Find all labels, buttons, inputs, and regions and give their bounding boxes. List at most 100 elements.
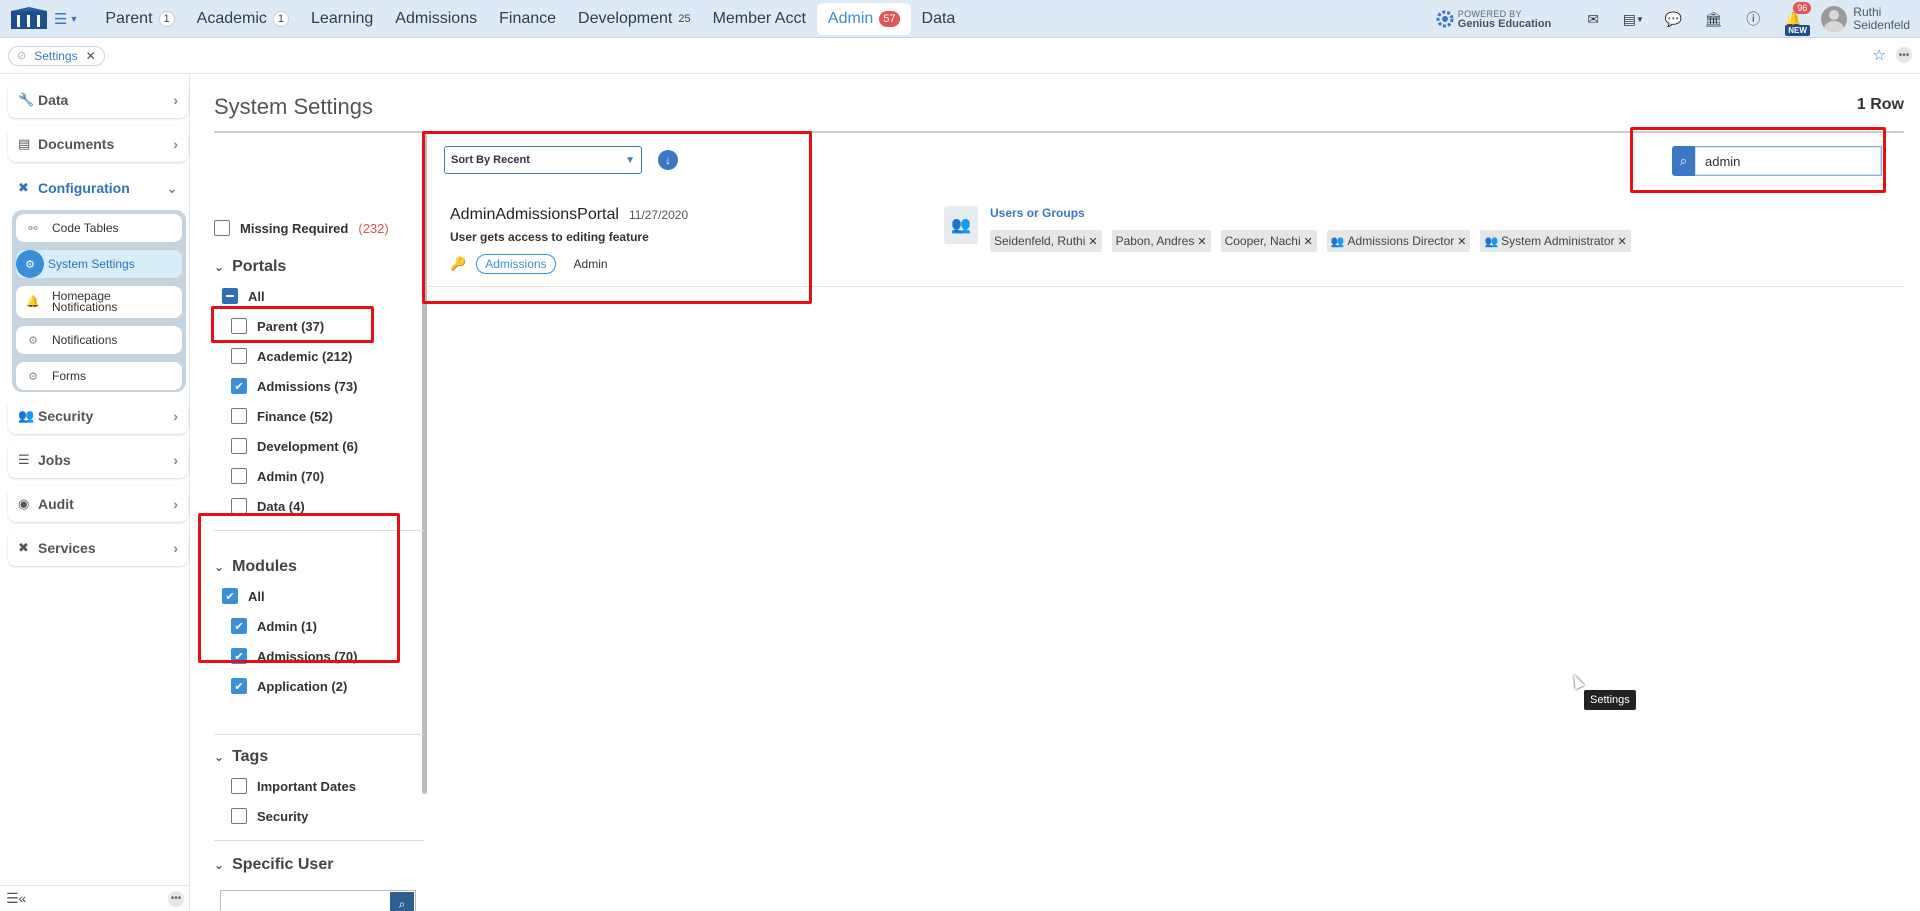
module-filter-admin[interactable]: ✔ Admin (1) [231,618,317,634]
remove-icon[interactable]: ✕ [1618,235,1627,248]
portal-filter-data[interactable]: Data (4) [231,498,305,514]
sidebar-item-audit[interactable]: ◉ Audit › [8,486,188,522]
checkbox[interactable] [231,408,247,424]
filter-scrollbar[interactable] [422,134,427,794]
nav-tab-data[interactable]: Data [911,3,967,35]
module-filter-application[interactable]: ✔ Application (2) [231,678,347,694]
portal-filter-finance[interactable]: Finance (52) [231,408,333,424]
checkbox[interactable] [231,438,247,454]
main-content: System Settings 1 Row Missing Required (2… [214,74,1904,911]
users-icon: 👥 [944,206,978,244]
building-icon[interactable]: 🏛 [1693,11,1733,28]
chevron-right-icon: › [173,92,178,108]
sidebar-item-documents[interactable]: ▤ Documents › [8,126,188,162]
tag-filter-important-dates[interactable]: Important Dates [231,778,356,794]
sidebar-item-services[interactable]: ✖ Services › [8,530,188,566]
checkbox[interactable] [222,288,238,304]
modules-section-header[interactable]: ⌄ Modules [214,558,297,576]
mail-icon[interactable]: ✉ [1573,11,1613,28]
portal-filter-all[interactable]: All [222,288,265,304]
school-logo-icon[interactable] [8,5,50,33]
sidebar-subitem-forms[interactable]: ⚙ Forms [16,362,182,390]
nav-tab-member-acct[interactable]: Member Acct [702,3,817,35]
user-chip: Seidenfeld, Ruthi ✕ [990,230,1102,252]
checkbox[interactable]: ✔ [231,378,247,394]
sidebar-item-data[interactable]: 🔧 Data › [8,82,188,118]
portal-filter-parent[interactable]: Parent (37) [231,318,324,334]
sidebar-footer: ☰« ••• [0,885,190,911]
remove-icon[interactable]: ✕ [1457,235,1466,248]
breadcrumb-chip-settings[interactable]: ⊘ Settings ✕ [8,45,105,66]
checkbox[interactable] [231,348,247,364]
tooltip: Settings [1584,690,1636,710]
checkbox[interactable] [231,778,247,794]
bell-icon[interactable]: 🔔 96 NEW [1773,1,1813,36]
nav-tab-development[interactable]: Development 25 [567,3,702,35]
checkbox[interactable]: ✔ [231,648,247,664]
tag-filter-security[interactable]: Security [231,808,308,824]
sidebar-subitem-notifications[interactable]: ⚙ Notifications [16,326,182,354]
checkbox[interactable]: ✔ [231,678,247,694]
module-filter-admissions[interactable]: ✔ Admissions (70) [231,648,357,664]
chevron-right-icon: › [173,408,178,424]
search-icon[interactable]: ⌕ [1672,146,1695,176]
menu-icon[interactable]: ☰ ▼ [54,10,78,28]
nav-tab-academic[interactable]: Academic 1 [186,3,300,35]
remove-icon[interactable]: ✕ [1304,235,1313,248]
sort-select[interactable]: Sort By Recent ▼ [444,146,642,174]
divider [214,734,424,735]
portal-filter-academic[interactable]: Academic (212) [231,348,352,364]
nav-tab-admin[interactable]: Admin 57 [816,2,911,35]
more-icon[interactable]: ••• [168,890,184,907]
nav-tab-finance[interactable]: Finance [488,3,567,35]
collapse-sidebar-icon[interactable]: ☰« [6,890,26,907]
checkbox[interactable]: ✔ [222,588,238,604]
search-icon[interactable]: ⌕ [390,892,414,911]
user-menu[interactable]: Ruthi Seidenfeld [1821,6,1910,32]
record-title[interactable]: AdminAdmissionsPortal 11/27/2020 [450,206,688,224]
sidebar-item-jobs[interactable]: ☰ Jobs › [8,442,188,478]
sidebar-item-configuration[interactable]: ✖ Configuration ⌄ [8,170,188,206]
sidebar-subitem-code-tables[interactable]: ⚯ Code Tables [16,214,182,242]
checkbox[interactable]: ✔ [231,618,247,634]
bell-icon: 🔔 [26,295,40,308]
sort-direction-button[interactable]: ↓ [658,150,678,170]
sidebar-item-security[interactable]: 👥 Security › [8,398,188,434]
module-filter-all[interactable]: ✔ All [222,588,265,604]
chat-icon[interactable]: 💬 [1653,11,1693,28]
missing-required-filter[interactable]: Missing Required (232) [214,220,389,236]
specific-user-input[interactable]: ⌕ [220,890,416,911]
chevron-right-icon: › [173,452,178,468]
divider [214,530,424,531]
star-icon[interactable]: ☆ [1873,46,1886,64]
portals-section-header[interactable]: ⌄ Portals [214,258,286,276]
more-icon[interactable]: ••• [1896,47,1912,63]
tag-pill[interactable]: Admissions [476,254,556,274]
remove-icon[interactable]: ✕ [1088,235,1097,248]
close-icon[interactable]: ✕ [86,49,96,63]
top-navigation-bar: ☰ ▼ Parent 1 Academic 1 Learning Admissions… [0,0,1920,38]
checkbox[interactable] [231,318,247,334]
checkbox[interactable] [231,498,247,514]
sidebar-subitem-system-settings[interactable]: ⚙ System Settings [16,250,182,278]
help-icon[interactable]: ⓘ [1733,9,1773,29]
nav-tab-parent[interactable]: Parent 1 [94,3,185,35]
portal-filter-admissions[interactable]: ✔ Admissions (73) [231,378,357,394]
checkbox[interactable] [231,808,247,824]
search-input[interactable] [1695,146,1882,176]
remove-icon[interactable]: ✕ [1197,235,1206,248]
portal-filter-admin[interactable]: Admin (70) [231,468,324,484]
specific-user-section-header[interactable]: ⌄ Specific User [214,856,333,874]
new-badge: NEW [1785,24,1810,36]
clipboard-icon[interactable]: ▤ ▼ [1613,11,1653,28]
key-icon: 🔑 [450,256,467,271]
checkbox[interactable] [231,468,247,484]
checkbox[interactable] [214,220,230,236]
group-icon: 👥 [1330,235,1345,248]
users-or-groups-title[interactable]: Users or Groups [990,206,1085,220]
nav-tab-learning[interactable]: Learning [300,3,384,35]
tags-section-header[interactable]: ⌄ Tags [214,748,268,766]
sidebar-subitem-homepage-notifications[interactable]: 🔔 Homepage Notifications [16,286,182,318]
nav-tab-admissions[interactable]: Admissions [384,3,488,35]
portal-filter-development[interactable]: Development (6) [231,438,358,454]
